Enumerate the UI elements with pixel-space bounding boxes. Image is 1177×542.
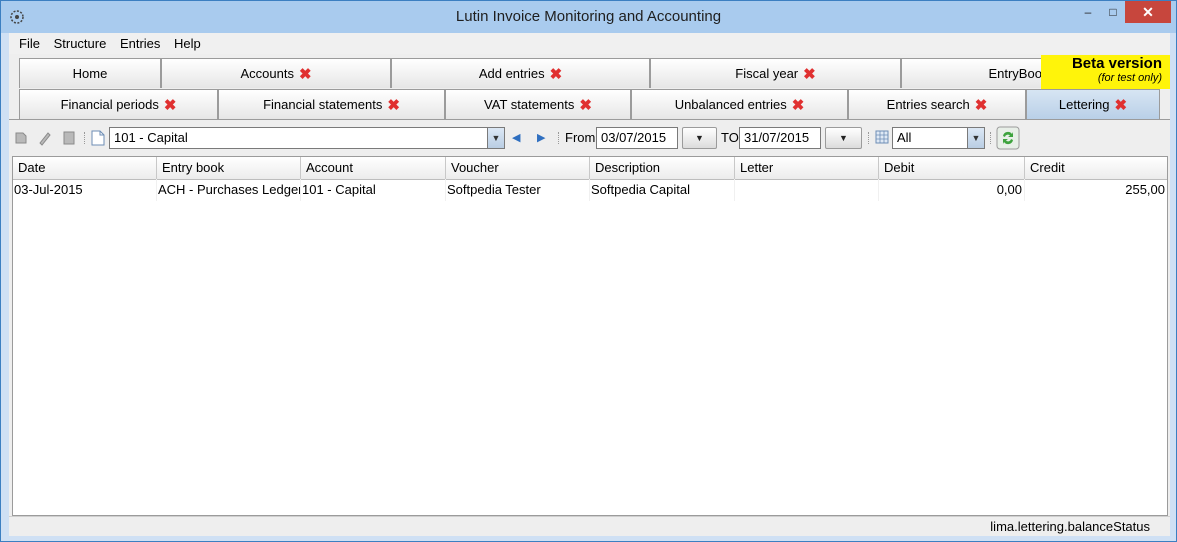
calculator-icon[interactable] <box>61 130 77 146</box>
toolbar-separator <box>84 132 87 144</box>
toolbar: 101 - Capital ▼ ◀ ▶ From 03/07/2015 ▼ TO… <box>9 122 1170 153</box>
close-tab-icon[interactable]: ✖ <box>803 60 816 90</box>
cell-date: 03-Jul-2015 <box>13 179 157 201</box>
column-header-debit[interactable]: Debit <box>879 157 1025 179</box>
column-header-description[interactable]: Description <box>590 157 735 179</box>
from-date-field[interactable]: 03/07/2015 <box>596 127 678 149</box>
filter-select[interactable]: All ▼ <box>892 127 985 149</box>
refresh-icon[interactable] <box>996 126 1020 150</box>
tab-label: Entries search <box>886 97 970 112</box>
tab-add-entries[interactable]: Add entries ✖ <box>391 58 650 88</box>
previous-account-icon[interactable]: ◀ <box>512 127 520 149</box>
tab-label: Add entries <box>478 66 545 81</box>
lettering-table: Date Entry book Account Voucher Descript… <box>12 156 1168 516</box>
column-header-letter[interactable]: Letter <box>735 157 879 179</box>
column-header-date[interactable]: Date <box>13 157 157 179</box>
tab-divider <box>9 119 1170 120</box>
cell-account: 101 - Capital <box>301 179 446 201</box>
table-header: Date Entry book Account Voucher Descript… <box>13 157 1167 180</box>
beta-title: Beta version <box>1071 55 1162 72</box>
menu-help[interactable]: Help <box>172 33 203 51</box>
cell-entry-book: ACH - Purchases Ledger <box>157 179 301 201</box>
document-icon <box>91 130 105 146</box>
menu-entries[interactable]: Entries <box>118 33 162 51</box>
menu-bar: File Structure Entries Help <box>9 33 1170 55</box>
tab-lettering[interactable]: Lettering ✖ <box>1026 89 1160 120</box>
cell-debit: 0,00 <box>879 179 1025 201</box>
grid-icon <box>875 130 889 144</box>
to-label: TO <box>721 130 739 145</box>
chevron-down-icon[interactable]: ▼ <box>487 128 504 148</box>
close-tab-icon[interactable]: ✖ <box>1115 91 1128 121</box>
main-content: Home Accounts ✖ Add entries ✖ Fiscal year ✖… <box>9 54 1170 536</box>
cell-credit: 255,00 <box>1125 182 1165 197</box>
table-row[interactable]: 03-Jul-2015 ACH - Purchases Ledger 101 -… <box>13 179 1167 201</box>
column-header-account[interactable]: Account <box>301 157 446 179</box>
close-tab-icon[interactable]: ✖ <box>387 91 400 121</box>
to-date-picker-button[interactable]: ▼ <box>825 127 862 149</box>
beta-badge: Beta version (for test only) <box>1041 55 1170 89</box>
tab-accounts[interactable]: Accounts ✖ <box>161 58 391 88</box>
tab-label: Unbalanced entries <box>674 97 787 112</box>
tab-financial-statements[interactable]: Financial statements ✖ <box>218 89 445 119</box>
app-window: Lutin Invoice Monitoring and Accounting … <box>0 0 1177 542</box>
from-label: From <box>565 130 596 145</box>
tab-label: Fiscal year <box>735 66 799 81</box>
chevron-down-icon[interactable]: ▼ <box>967 128 984 148</box>
beta-subtitle: (for test only) <box>1097 72 1162 84</box>
tab-entries-search[interactable]: Entries search ✖ <box>848 89 1026 119</box>
tab-vat-statements[interactable]: VAT statements ✖ <box>445 89 631 119</box>
cell-letter <box>735 179 879 201</box>
close-tab-icon[interactable]: ✖ <box>164 91 177 121</box>
close-tab-icon[interactable]: ✖ <box>299 60 312 90</box>
filter-value: All <box>897 130 912 145</box>
menu-structure[interactable]: Structure <box>52 33 109 51</box>
tab-fiscal-year[interactable]: Fiscal year ✖ <box>650 58 901 88</box>
maximize-button[interactable]: □ <box>1101 1 1125 23</box>
tab-label: Home <box>72 66 108 81</box>
close-tab-icon[interactable]: ✖ <box>579 91 592 121</box>
status-bar: lima.lettering.balanceStatus <box>9 516 1170 536</box>
cell-voucher: Softpedia Tester <box>446 179 590 201</box>
title-bar[interactable]: Lutin Invoice Monitoring and Accounting … <box>1 1 1176 33</box>
tab-home[interactable]: Home <box>19 58 161 88</box>
close-tab-icon[interactable]: ✖ <box>550 60 563 90</box>
to-date-field[interactable]: 31/07/2015 <box>739 127 821 149</box>
toolbar-separator <box>868 132 871 144</box>
cell-description: Softpedia Capital <box>590 179 735 201</box>
next-account-icon[interactable]: ▶ <box>537 127 545 149</box>
window-title: Lutin Invoice Monitoring and Accounting <box>455 8 722 25</box>
tab-label: Financial periods <box>60 97 159 112</box>
tab-label: Accounts <box>240 66 294 81</box>
close-tab-icon[interactable]: ✖ <box>792 91 805 121</box>
from-date-picker-button[interactable]: ▼ <box>682 127 717 149</box>
tab-financial-periods[interactable]: Financial periods ✖ <box>19 89 218 119</box>
account-value: 101 - Capital <box>114 130 188 145</box>
tab-unbalanced-entries[interactable]: Unbalanced entries ✖ <box>631 89 848 119</box>
tab-label: Lettering <box>1058 97 1110 112</box>
column-header-entry-book[interactable]: Entry book <box>157 157 301 179</box>
close-tab-icon[interactable]: ✖ <box>975 91 988 121</box>
column-header-voucher[interactable]: Voucher <box>446 157 590 179</box>
tab-label: Financial statements <box>263 97 383 112</box>
minimize-button[interactable]: – <box>1075 1 1101 23</box>
toolbar-separator <box>558 132 561 144</box>
eraser-icon[interactable] <box>37 130 53 146</box>
tab-label: VAT statements <box>484 97 575 112</box>
balance-status: lima.lettering.balanceStatus <box>990 519 1150 534</box>
toolbar-separator <box>990 132 993 144</box>
lettering-icon[interactable] <box>13 130 29 146</box>
menu-file[interactable]: File <box>17 33 42 51</box>
account-select[interactable]: 101 - Capital ▼ <box>109 127 505 149</box>
column-header-credit[interactable]: Credit <box>1025 157 1167 179</box>
close-button[interactable]: ✕ <box>1125 1 1171 23</box>
